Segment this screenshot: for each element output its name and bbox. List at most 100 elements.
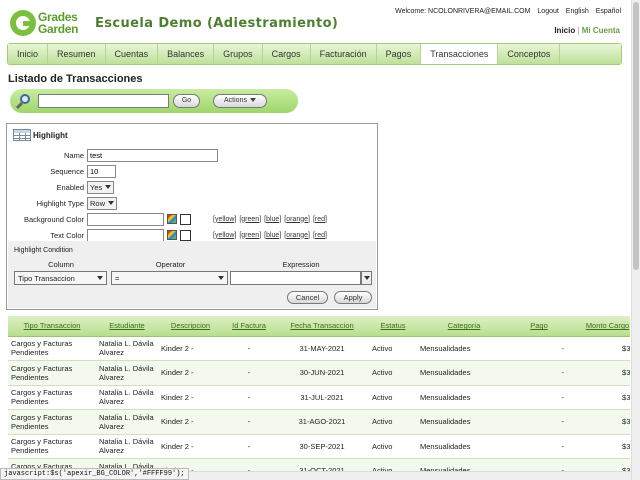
- highlight-panel: Highlight Name Sequence Enabled Yes High…: [6, 123, 378, 310]
- chevron-down-icon: [363, 276, 370, 280]
- enabled-value: Yes: [90, 182, 103, 192]
- tab-inicio[interactable]: Inicio: [8, 44, 49, 64]
- preset-blue[interactable]: [blue]: [264, 216, 281, 223]
- tab-grupos[interactable]: Grupos: [214, 44, 263, 64]
- espanol-link[interactable]: Español: [596, 8, 621, 15]
- tab-facturacion[interactable]: Facturación: [310, 44, 377, 64]
- col-fecha-transaccion[interactable]: Fecha Transaccion: [275, 316, 369, 337]
- english-link[interactable]: English: [566, 8, 589, 15]
- table-cell: Mensualidades: [417, 434, 511, 459]
- apply-button[interactable]: Apply: [334, 291, 372, 304]
- enabled-select[interactable]: Yes: [87, 180, 115, 194]
- col-estatus[interactable]: Estatus: [369, 316, 417, 337]
- chevron-down-icon: [97, 276, 103, 280]
- table-cell: -: [223, 385, 275, 410]
- table-cell: Activo: [369, 360, 417, 386]
- tab-conceptos[interactable]: Conceptos: [498, 44, 561, 64]
- cancel-button[interactable]: Cancel: [287, 291, 328, 304]
- text-color-field[interactable]: [87, 228, 164, 242]
- highlight-type-label: Highlight Type: [36, 198, 84, 208]
- column-header: Column: [48, 260, 74, 269]
- table-cell: Activo: [369, 409, 417, 435]
- operator-select[interactable]: =: [111, 271, 228, 285]
- table-cell: -: [223, 360, 275, 386]
- condition-title: Highlight Condition: [14, 247, 73, 254]
- table-row[interactable]: Cargos y Facturas PendientesNatalia L. D…: [8, 434, 630, 459]
- welcome-text: Welcome: NCOLONRIVERA@EMAIL.COM: [395, 8, 531, 15]
- column-select-value: Tipo Transaccion: [18, 273, 75, 283]
- col-estudiante[interactable]: Estudiante: [96, 316, 158, 337]
- tab-cargos[interactable]: Cargos: [262, 44, 311, 64]
- tab-resumen[interactable]: Resumen: [48, 44, 106, 64]
- color-picker-icon[interactable]: [167, 214, 177, 224]
- tab-cuentas[interactable]: Cuentas: [105, 44, 159, 64]
- table-cell: Mensualidades: [417, 336, 511, 361]
- table-cell: Natalia L. Dávila Alvarez: [96, 409, 158, 435]
- actions-menu-button[interactable]: Actions: [213, 94, 267, 108]
- magnifier-handle: [15, 101, 24, 110]
- background-color-field[interactable]: [87, 212, 164, 226]
- preset-red[interactable]: [red]: [313, 232, 327, 239]
- grades-garden-logo[interactable]: Grades Garden: [10, 10, 84, 36]
- magnifier-icon[interactable]: [15, 93, 32, 110]
- column-select[interactable]: Tipo Transaccion: [14, 271, 107, 285]
- enabled-row: Enabled Yes: [7, 180, 115, 194]
- preset-orange[interactable]: [orange]: [284, 216, 310, 223]
- table-cell: -: [511, 434, 567, 459]
- table-row[interactable]: Cargos y Facturas PendientesNatalia L. D…: [8, 409, 630, 435]
- chevron-down-icon: [105, 185, 112, 189]
- table-cell: $320.0: [567, 336, 630, 361]
- tab-balances[interactable]: Balances: [158, 44, 215, 64]
- vertical-scroll-thumb[interactable]: [633, 2, 639, 270]
- table-cell: -: [223, 409, 275, 435]
- expression-input[interactable]: [230, 271, 361, 285]
- search-input[interactable]: [38, 94, 169, 108]
- logout-link[interactable]: Logout: [537, 8, 558, 15]
- table-row[interactable]: Cargos y Facturas PendientesNatalia L. D…: [8, 360, 630, 386]
- top-user-bar: Welcome: NCOLONRIVERA@EMAIL.COM Logout E…: [390, 8, 621, 15]
- expression-header: Expression: [282, 260, 320, 269]
- col-id-factura[interactable]: Id Factura: [223, 316, 275, 337]
- name-field[interactable]: [87, 148, 218, 162]
- table-row[interactable]: Cargos y Facturas PendientesNatalia L. D…: [8, 385, 630, 410]
- name-row: Name: [7, 148, 218, 162]
- grid-icon: [13, 129, 31, 141]
- table-cell: Kinder 2 -: [158, 385, 223, 410]
- preset-orange[interactable]: [orange]: [284, 232, 310, 239]
- preset-red[interactable]: [red]: [313, 216, 327, 223]
- preset-green[interactable]: [green]: [239, 216, 261, 223]
- col-categoria[interactable]: Categoria: [417, 316, 511, 337]
- col-tipo-transaccion[interactable]: Tipo Transaccion: [8, 316, 96, 337]
- tab-pagos[interactable]: Pagos: [376, 44, 422, 64]
- inicio-link[interactable]: Inicio: [554, 26, 575, 35]
- table-cell: Kinder 2 -: [158, 434, 223, 459]
- table-cell: Natalia L. Dávila Alvarez: [96, 385, 158, 410]
- vertical-scrollbar[interactable]: [631, 0, 640, 480]
- tab-transacciones[interactable]: Transacciones: [421, 44, 499, 64]
- table-header-row: Tipo Transaccion Estudiante Descripcion …: [8, 316, 630, 337]
- chevron-down-icon: [218, 276, 224, 280]
- preset-yellow[interactable]: [yellow]: [213, 232, 236, 239]
- preset-blue[interactable]: [blue]: [264, 232, 281, 239]
- table-cell: Activo: [369, 434, 417, 459]
- logo-mark-icon: [10, 10, 36, 36]
- go-button[interactable]: Go: [173, 94, 200, 108]
- background-color-presets: [yellow] [green] [blue] [orange] [red]: [213, 216, 330, 223]
- expression-dropdown[interactable]: [361, 271, 372, 285]
- highlight-type-row: Highlight Type Row: [7, 196, 118, 210]
- mi-cuenta-link[interactable]: Mi Cuenta: [582, 26, 620, 35]
- color-picker-icon[interactable]: [167, 230, 177, 240]
- table-cell: -: [223, 434, 275, 459]
- table-cell: Cargos y Facturas Pendientes: [8, 434, 96, 459]
- col-pago[interactable]: Pago: [511, 316, 567, 337]
- highlight-type-select[interactable]: Row: [87, 196, 118, 210]
- preset-yellow[interactable]: [yellow]: [213, 216, 236, 223]
- table-cell: Natalia L. Dávila Alvarez: [96, 360, 158, 386]
- table-cell: $320.0: [567, 434, 630, 459]
- preset-green[interactable]: [green]: [239, 232, 261, 239]
- main-tabs: Inicio Resumen Cuentas Balances Grupos C…: [7, 43, 622, 65]
- col-monto-cargo[interactable]: Monto Cargo: [567, 316, 630, 337]
- table-row[interactable]: Cargos y Facturas PendientesNatalia L. D…: [8, 336, 630, 361]
- col-descripcion[interactable]: Descripcion: [158, 316, 223, 337]
- sequence-field[interactable]: [87, 164, 116, 178]
